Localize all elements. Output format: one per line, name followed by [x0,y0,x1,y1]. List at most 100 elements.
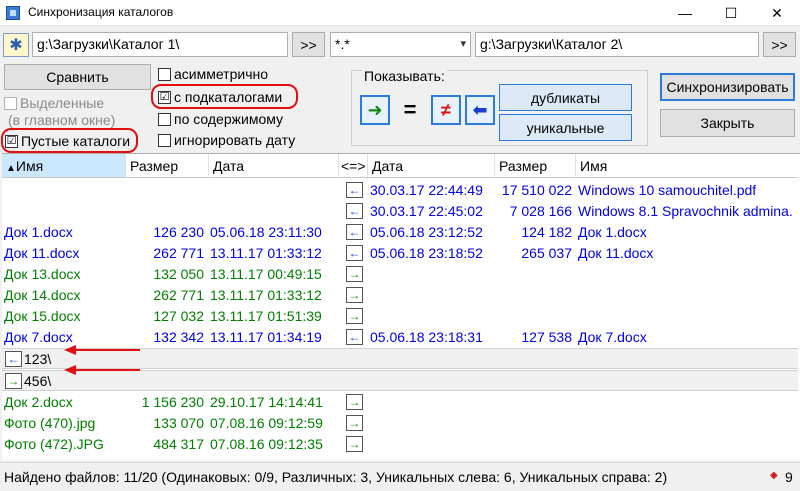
file-list[interactable]: ▲Имя Размер Дата <=> Дата Размер Имя ← 30… [2,153,800,460]
left-date-cell: 13.11.17 00:49:15 [210,266,322,282]
arrow-left-icon: ⬅ [472,99,488,120]
asymmetric-checkbox[interactable]: асимметрично [158,66,268,82]
right-path-input[interactable]: g:\Загрузки\Каталог 2\ [475,32,759,57]
left-date-cell: 29.10.17 14:14:41 [210,394,323,410]
table-row[interactable]: Док 2.docx 1 156 230 29.10.17 14:14:41 → [2,392,798,413]
right-date-cell: 05.06.18 23:12:52 [370,224,483,240]
direction-arrow-icon[interactable]: ← [346,224,363,240]
column-left-size[interactable]: Размер [126,154,209,178]
direction-arrow-icon[interactable]: ← [346,245,363,261]
column-right-name[interactable]: Имя [576,154,798,178]
left-date-cell: 13.11.17 01:33:12 [210,245,322,261]
right-date-cell: 05.06.18 23:18:31 [370,329,483,345]
close-button[interactable]: Закрыть [660,109,795,137]
status-bar: Найдено файлов: 11/20 (Одинаковых: 0/9, … [0,462,800,491]
direction-arrow-icon[interactable]: ← [346,329,363,345]
ignore-date-checkbox[interactable]: игнорировать дату [158,132,295,148]
left-name-cell: Док 1.docx [4,224,73,240]
left-path-input[interactable]: g:\Загрузки\Каталог 1\ [32,32,288,57]
empty-dirs-label: Пустые каталоги [21,133,131,149]
column-right-date[interactable]: Дата [368,154,495,178]
table-row[interactable]: ← 30.03.17 22:44:49 17 510 022 Windows 10 s… [2,180,798,201]
direction-arrow-icon[interactable]: → [346,394,363,410]
right-size-cell: 17 510 022 [501,182,572,198]
direction-arrow-icon[interactable]: ← [5,351,22,367]
right-name-cell: Windows 10 samouchitel.pdf [578,182,757,198]
selected-sublabel: (в главном окне) [8,112,116,128]
show-not-equal-button[interactable]: ≠ [431,95,461,125]
left-size-cell: 132 050 [153,266,204,282]
left-name-cell: Док 2.docx [4,394,73,410]
checkbox-box [158,112,171,126]
left-date-cell: 13.11.17 01:51:39 [210,308,322,324]
close-window-button[interactable]: ✕ [754,0,800,26]
left-name-cell: Док 13.docx [4,266,81,282]
minimize-button[interactable]: — [662,0,708,26]
table-row[interactable]: Док 14.docx 262 771 13.11.17 01:33:12 → [2,285,798,306]
direction-arrow-icon[interactable]: → [346,436,363,452]
left-size-cell: 126 230 [153,224,204,240]
right-name-cell: Док 1.docx [578,224,647,240]
table-row[interactable]: Док 15.docx 127 032 13.11.17 01:51:39 → [2,306,798,327]
selected-checkbox[interactable]: Выделенные [4,95,104,111]
chevron-down-icon: ▾ [460,38,466,50]
status-text: Найдено файлов: 11/20 (Одинаковых: 0/9, … [4,469,668,485]
column-left-date[interactable]: Дата [209,154,339,178]
left-date-cell: 07.08.16 09:12:59 [210,415,323,431]
right-name-cell: Док 7.docx [578,329,647,345]
direction-arrow-icon[interactable]: ← [346,182,363,198]
subdirs-label: с подкаталогами [174,89,283,105]
status-count: 9 [785,469,793,485]
show-equal-button[interactable]: = [398,95,422,125]
arrow-right-icon: ➜ [367,99,383,120]
annotation-arrow-head [64,365,76,375]
checkbox-box [158,67,171,81]
show-copy-right-button[interactable]: ➜ [360,95,390,125]
checkbox-box: ☑ [158,90,171,104]
table-row[interactable]: Фото (470).jpg 133 070 07.08.16 09:12:59 → [2,413,798,434]
compare-button[interactable]: Сравнить [4,64,151,90]
column-right-size[interactable]: Размер [495,154,576,178]
by-content-checkbox[interactable]: по содержимому [158,111,283,127]
duplicates-button[interactable]: дубликаты [499,84,632,111]
asymmetric-label: асимметрично [174,66,269,82]
right-name-cell: Windows 8.1 Spravochnik admina. [578,203,793,219]
by-content-label: по содержимому [174,111,284,127]
file-mask-select[interactable]: *.* ▾ [330,32,471,57]
direction-arrow-icon[interactable]: → [346,287,363,303]
left-size-cell: 127 032 [153,308,204,324]
direction-arrow-icon[interactable]: ← [346,203,363,219]
direction-arrow-icon[interactable]: → [346,266,363,282]
table-row[interactable]: Док 11.docx 262 771 13.11.17 01:33:12 ← 05.0… [2,243,798,264]
window-title: Синхронизация каталогов [28,5,174,19]
annotation-arrows [64,345,140,375]
maximize-button[interactable]: ☐ [708,0,754,26]
column-compare[interactable]: <=> [339,154,368,178]
right-date-cell: 05.06.18 23:18:52 [370,245,483,261]
direction-arrow-icon[interactable]: → [346,415,363,431]
table-row[interactable]: Док 13.docx 132 050 13.11.17 00:49:15 → [2,264,798,285]
column-left-name[interactable]: ▲Имя [2,154,126,178]
sort-up-icon: ▲ [6,163,16,174]
table-row[interactable]: Фото (472).JPG 484 317 07.08.16 09:12:35 → [2,434,798,455]
left-size-cell: 262 771 [153,287,204,303]
direction-arrow-icon[interactable]: → [346,308,363,324]
subdirs-checkbox[interactable]: ☑ с подкаталогами [158,89,282,105]
left-name-cell: Док 15.docx [4,308,81,324]
left-date-cell: 05.06.18 23:11:30 [210,224,322,240]
left-browse-button[interactable]: >> [292,32,325,57]
right-browse-button[interactable]: >> [763,32,796,57]
left-size-cell: 1 156 230 [141,394,204,410]
show-copy-left-button[interactable]: ⬅ [465,95,495,125]
left-size-cell: 484 317 [153,436,204,452]
direction-arrow-icon[interactable]: → [5,373,22,389]
table-row[interactable]: ← 30.03.17 22:45:02 7 028 166 Windows 8.1 S… [2,201,798,222]
table-row[interactable]: Док 1.docx 126 230 05.06.18 23:11:30 ← 05.06… [2,222,798,243]
checkbox-box [4,96,17,110]
unique-button[interactable]: уникальные [499,114,632,141]
right-size-cell: 7 028 166 [509,203,572,219]
empty-dirs-checkbox[interactable]: ☑ Пустые каталоги [5,133,130,149]
sync-button[interactable]: Синхронизировать [660,73,795,101]
file-mask-value: *.* [335,36,350,52]
star-icon[interactable]: ✱ [3,33,29,57]
